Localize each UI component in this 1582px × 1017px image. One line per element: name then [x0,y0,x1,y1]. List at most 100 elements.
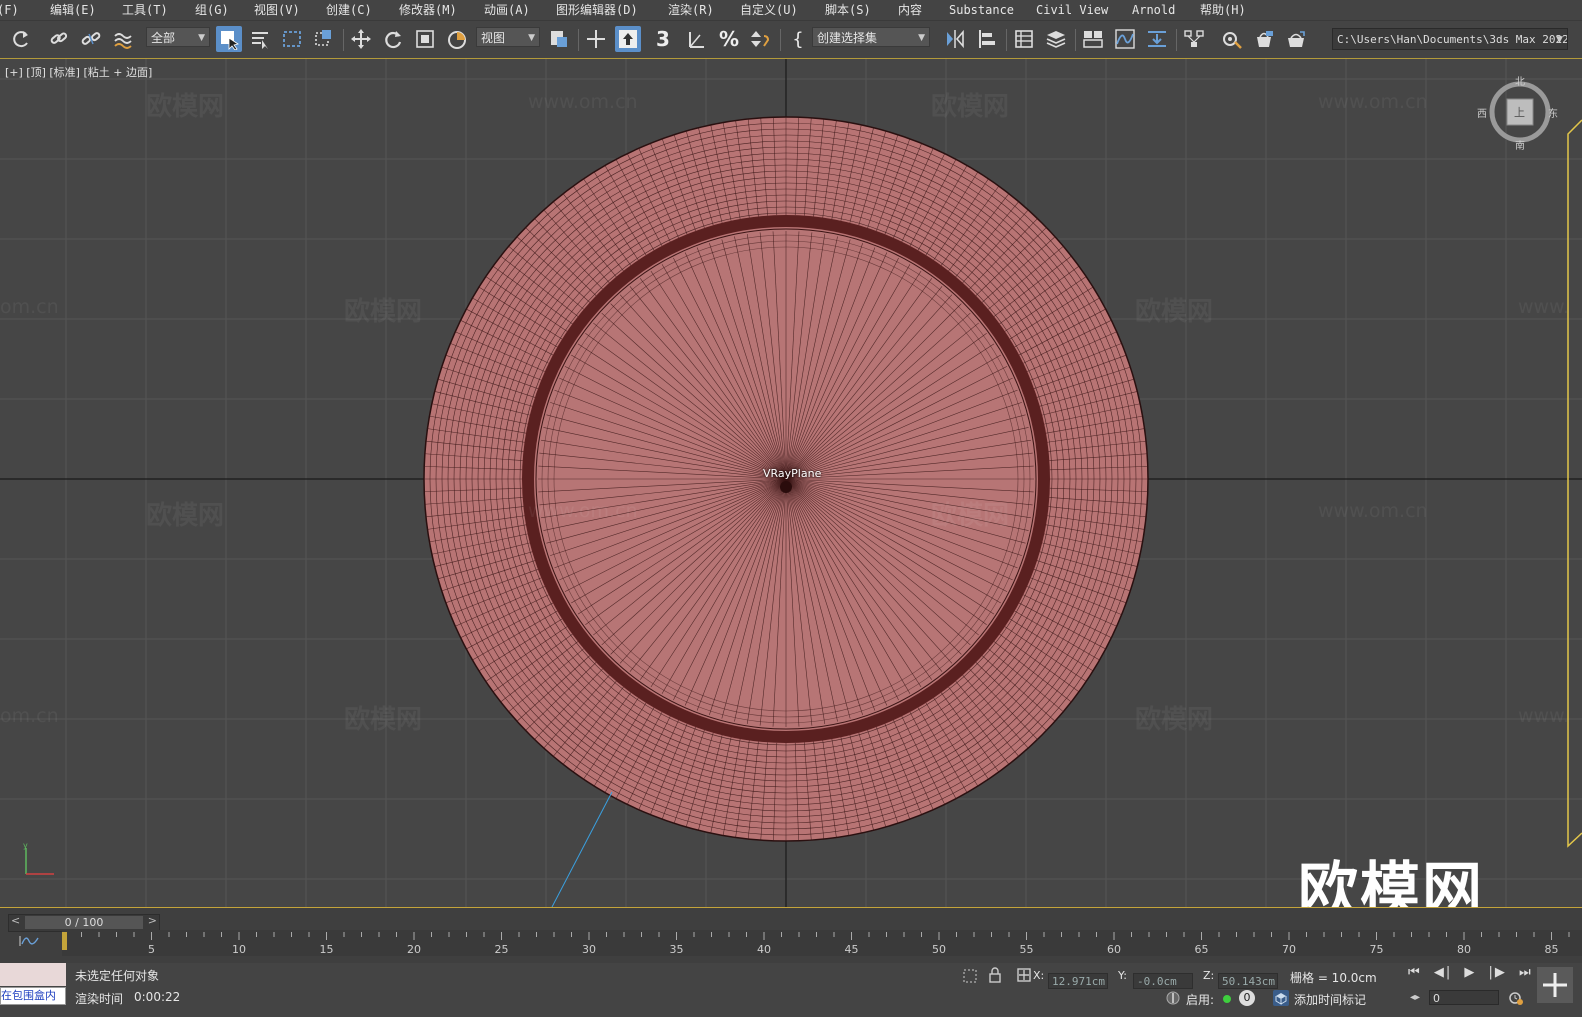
selection-status: 未选定任何对象 [75,969,160,983]
y-coordinate-field[interactable]: -0.0cm [1133,973,1193,989]
angle-snap-icon[interactable] [684,26,710,52]
menu-graph-editors[interactable]: 图形编辑器(D) [556,0,638,20]
select-and-scale-icon[interactable] [412,26,438,52]
plate-mesh [423,116,1149,907]
select-and-place-icon[interactable] [444,26,470,52]
use-pivot-point-center-icon[interactable] [546,26,572,52]
render-setup-icon[interactable] [1219,26,1245,52]
dope-sheet-icon[interactable] [1144,26,1170,52]
window-crossing-icon[interactable] [311,26,337,52]
enable-label: 启用: [1186,993,1215,1007]
menu-file[interactable]: (F) [0,0,19,20]
render-time-label: 渲染时间 [75,992,124,1006]
go-to-start-icon[interactable]: ⏮ [1408,965,1422,980]
project-folder-field[interactable]: C:\Users\Han\Documents\3ds Max 2022 [1332,28,1568,50]
isolate-selection-icon[interactable] [962,968,978,984]
maxscript-listener-top[interactable] [0,963,66,986]
time-configuration-icon[interactable] [1508,990,1524,1006]
menu-help[interactable]: 帮助(H) [1200,0,1246,20]
frame-tick-label: 40 [757,943,771,956]
select-object-icon[interactable] [216,26,242,52]
z-coordinate-field[interactable]: 50.143cm [1218,973,1278,989]
select-and-manipulate-icon[interactable] [583,26,609,52]
menu-arnold[interactable]: Arnold [1132,0,1175,20]
menu-customize[interactable]: 自定义(U) [740,0,798,20]
x-coordinate-field[interactable]: 12.971cm [1048,973,1108,989]
adaptive-degradation-icon[interactable] [1165,990,1181,1006]
current-frame-field[interactable]: 0 [1429,990,1499,1005]
frame-tick-label: 10 [232,943,246,956]
track-bar[interactable]: 5 10 15 20 25 30 35 40 45 50 55 60 65 70 75 80 85 [62,930,1582,956]
zoom-extents-all-icon[interactable] [1537,967,1573,1003]
menu-content[interactable]: 内容 [898,0,922,20]
bind-space-warp-icon[interactable] [110,26,136,52]
play-icon[interactable]: ▶ [1464,965,1476,980]
chevron-down-icon: ▼ [918,33,925,43]
viewcube[interactable]: 上 北 南 西 东 [1477,77,1558,152]
menu-tools[interactable]: 工具(T) [122,0,168,20]
mini-curve-editor-icon[interactable] [18,934,40,948]
chevron-left-icon[interactable]: < [11,914,20,927]
menu-rendering[interactable]: 渲染(R) [668,0,714,20]
mirror-icon[interactable] [942,26,968,52]
spinner-snap-icon[interactable] [748,26,774,52]
toggle-ribbon-icon[interactable] [1080,26,1106,52]
prompt-line-box[interactable]: 在包围盒内 [0,987,66,1005]
curve-editor-icon[interactable] [1112,26,1138,52]
keyboard-shortcut-override-icon[interactable] [615,26,641,52]
menu-view[interactable]: 视图(V) [254,0,300,20]
menu-create[interactable]: 创建(C) [326,0,372,20]
layer-explorer-icon[interactable] [1043,26,1069,52]
unlink-selection-icon[interactable] [78,26,104,52]
percent-snap-icon[interactable]: % [716,26,742,52]
redo-icon[interactable] [8,26,34,52]
top-viewport[interactable] [0,59,1582,907]
schematic-view-icon[interactable] [1181,26,1207,52]
lock-icon[interactable] [988,967,1002,983]
menu-scripting[interactable]: 脚本(S) [825,0,871,20]
edit-named-selection-icon[interactable]: { [785,26,811,52]
viewcube-south[interactable]: 南 [1515,137,1525,152]
chevron-down-icon: ▼ [528,33,535,43]
go-to-end-icon[interactable]: ⏭ [1519,965,1533,980]
viewport-label[interactable]: [+] [顶] [标准] [粘土 + 边面] [5,64,152,80]
frame-tick-label: 60 [1107,943,1121,956]
status-bar: 在包围盒内 未选定任何对象 渲染时间 0:00:22 X: 12.971cm Y… [0,963,1582,1017]
select-and-rotate-icon[interactable] [380,26,406,52]
previous-frame-icon[interactable]: ◀| [1434,965,1452,980]
named-selection-dropdown[interactable]: 创建选择集 ▼ [812,27,930,47]
frame-tick-label: 45 [845,943,859,956]
render-production-icon[interactable] [1283,26,1309,52]
add-time-tag-label[interactable]: 添加时间标记 [1294,991,1366,1008]
menu-animation[interactable]: 动画(A) [484,0,530,20]
menu-group[interactable]: 组(G) [195,0,229,20]
frame-tick-label: 25 [495,943,509,956]
next-frame-icon[interactable]: |▶ [1489,965,1507,980]
align-icon[interactable] [974,26,1000,52]
select-and-move-icon[interactable] [348,26,374,52]
chevron-right-icon[interactable]: > [148,914,157,927]
add-time-tag-icon[interactable] [1272,989,1290,1007]
viewport-canvas [0,59,1582,907]
select-by-name-icon[interactable] [247,26,273,52]
selection-filter-dropdown[interactable]: 全部 ▼ [146,27,210,47]
viewcube-east[interactable]: 东 [1548,105,1558,120]
menu-modifiers[interactable]: 修改器(M) [399,0,457,20]
chevron-down-icon[interactable]: ▼ [1556,35,1563,45]
menu-edit[interactable]: 编辑(E) [50,0,96,20]
viewcube-west[interactable]: 西 [1477,105,1487,120]
frame-tick-label: 20 [407,943,421,956]
reference-coordinate-dropdown[interactable]: 视图 ▼ [476,27,540,47]
rectangular-selection-icon[interactable] [279,26,305,52]
scene-explorer-icon[interactable] [1011,26,1037,52]
snaps-toggle-icon[interactable]: 3 [650,26,676,52]
menu-civil-view[interactable]: Civil View [1036,0,1108,20]
key-mode-toggle-icon[interactable]: ◂▸ [1410,992,1420,1003]
select-and-link-icon[interactable] [46,26,72,52]
viewcube-north[interactable]: 北 [1515,73,1525,88]
enable-count-badge[interactable]: 0 [1239,990,1255,1006]
rendered-frame-window-icon[interactable] [1251,26,1277,52]
frame-counter[interactable]: 0 / 100 [25,916,143,929]
absolute-mode-icon[interactable] [1016,967,1032,983]
menu-substance[interactable]: Substance [949,0,1014,20]
